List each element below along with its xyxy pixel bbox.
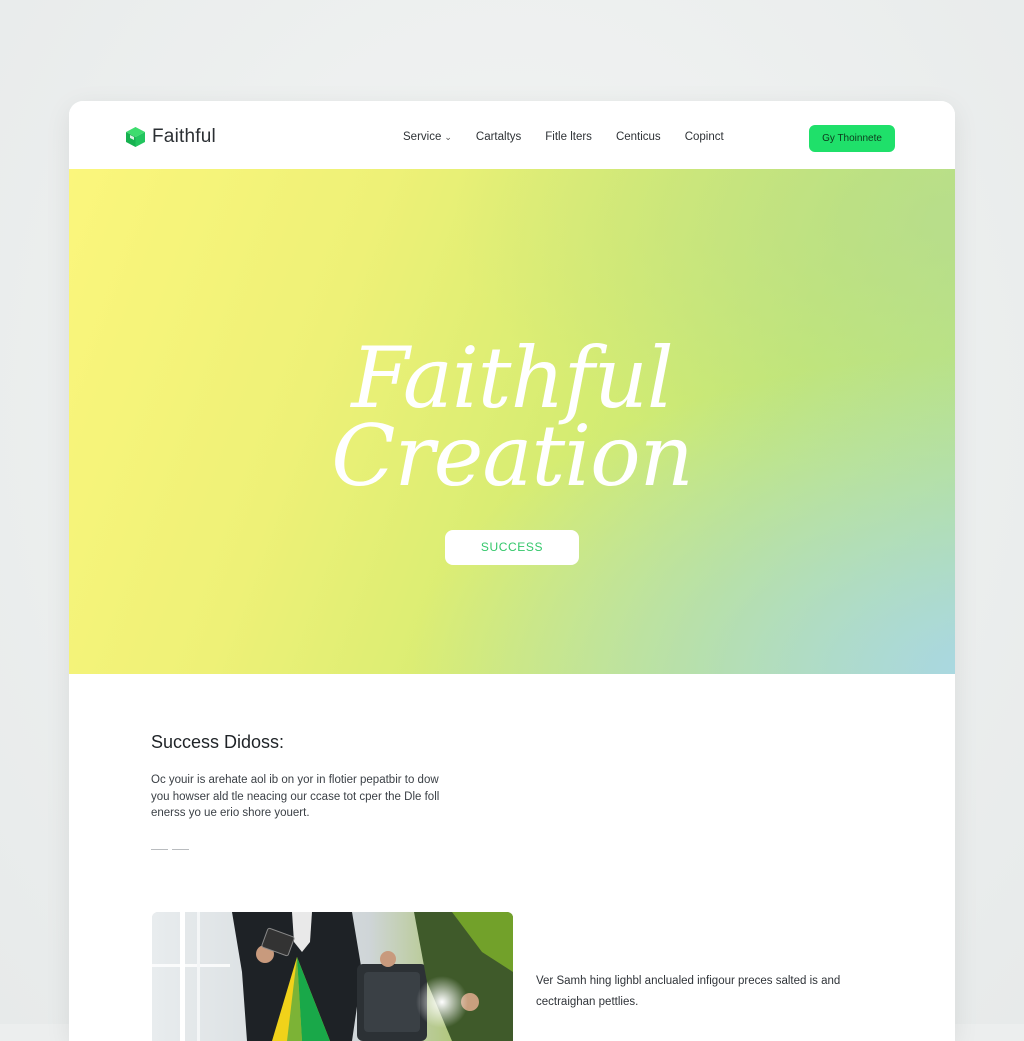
nav-item-label: Service [403, 131, 442, 143]
nav-item-fitle-lters[interactable]: Fitle lters [545, 131, 592, 143]
logo[interactable]: Faithful [125, 126, 216, 148]
nav-item-cartaltys[interactable]: Cartaltys [476, 131, 521, 143]
team-photo [152, 912, 513, 1041]
browser-window: Faithful Service ⌄ Cartaltys Fitle lters … [69, 101, 955, 1041]
hero-title-line1: Faithful [351, 329, 673, 427]
chevron-down-icon: ⌄ [444, 132, 452, 142]
hero-section: Faithful Creation SUCCESS [69, 169, 955, 674]
success-button[interactable]: SUCCESS [445, 530, 579, 565]
section-body: Oc youir is arehate aol ib on yor in flo… [151, 774, 440, 819]
cube-logo-icon [126, 127, 145, 147]
divider [151, 849, 189, 850]
header-cta-button[interactable]: Gy Thoinnete [809, 125, 895, 152]
nav-item-service[interactable]: Service ⌄ [403, 131, 452, 143]
hero-title-line2: Creation [331, 407, 694, 505]
section-title: Success Didoss: [151, 732, 285, 752]
nav-item-centicus[interactable]: Centicus [616, 131, 661, 143]
nav-item-copinct[interactable]: Copinct [685, 131, 724, 143]
logo-text: Faithful [152, 126, 216, 147]
photo-caption: Ver Samh hing lighbl anclualed infigour … [536, 975, 841, 1008]
main-nav: Service ⌄ Cartaltys Fitle lters Centicus … [403, 131, 748, 143]
hero-title: Faithful Creation [69, 329, 955, 505]
site-header: Faithful Service ⌄ Cartaltys Fitle lters … [69, 101, 955, 169]
